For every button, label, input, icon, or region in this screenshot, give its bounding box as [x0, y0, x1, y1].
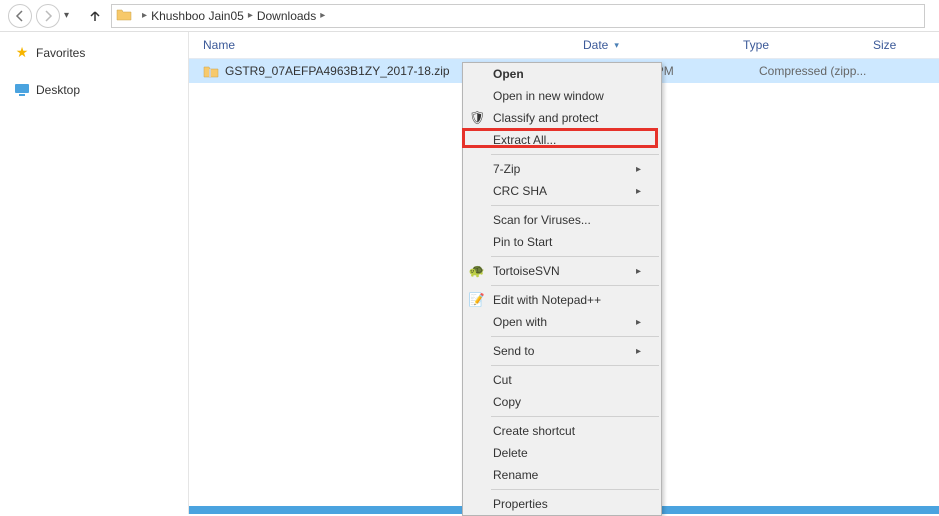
- chevron-right-icon: ▸: [636, 317, 641, 328]
- ctx-item-delete[interactable]: Delete: [463, 442, 661, 464]
- ctx-item-copy[interactable]: Copy: [463, 391, 661, 413]
- column-headers: Name Date ▾ Type Size: [189, 32, 939, 59]
- shield-icon: 🛡: [469, 110, 485, 126]
- chevron-right-icon: ▸: [636, 164, 641, 175]
- sidebar-item-label: Favorites: [36, 46, 85, 60]
- sidebar-item-desktop[interactable]: Desktop: [0, 79, 188, 101]
- ctx-item-label: Delete: [493, 446, 528, 460]
- ctx-item-properties[interactable]: Properties: [463, 493, 661, 515]
- folder-icon: [116, 7, 132, 24]
- ctx-item-tortoisesvn[interactable]: 🐢 TortoiseSVN ▸: [463, 260, 661, 282]
- arrow-right-icon: [42, 10, 54, 22]
- ctx-item-label: Pin to Start: [493, 235, 552, 249]
- toolbar: ▾ ▸ Khushboo Jain05 ▸ Downloads ▸: [0, 0, 939, 32]
- up-button[interactable]: [83, 4, 107, 28]
- sidebar-item-label: Desktop: [36, 83, 80, 97]
- ctx-item-open-with[interactable]: Open with ▸: [463, 311, 661, 333]
- divider: [491, 365, 659, 366]
- forward-button[interactable]: [36, 4, 60, 28]
- chevron-right-icon: ▸: [636, 186, 641, 197]
- ctx-item-label: Send to: [493, 344, 534, 358]
- ctx-item-label: Open: [493, 67, 524, 81]
- col-size[interactable]: Size: [873, 38, 913, 52]
- ctx-item-label: Edit with Notepad++: [493, 293, 601, 307]
- sidebar-item-favorites[interactable]: ★ Favorites: [0, 40, 188, 65]
- chevron-right-icon: ▸: [248, 10, 253, 21]
- divider: [491, 285, 659, 286]
- ctx-item-crc-sha[interactable]: CRC SHA ▸: [463, 180, 661, 202]
- monitor-icon: [14, 83, 30, 97]
- divider: [491, 336, 659, 337]
- sidebar: ★ Favorites Desktop: [0, 32, 189, 514]
- zip-file-icon: [203, 63, 219, 79]
- ctx-item-classify-and-protect[interactable]: 🛡 Classify and protect: [463, 107, 661, 129]
- arrow-left-icon: [14, 10, 26, 22]
- divider: [491, 256, 659, 257]
- ctx-item-label: Classify and protect: [493, 111, 598, 125]
- address-bar[interactable]: ▸ Khushboo Jain05 ▸ Downloads ▸: [111, 4, 925, 28]
- recent-dropdown[interactable]: ▾: [64, 10, 69, 21]
- file-type: Compressed (zipp...: [759, 64, 889, 78]
- ctx-item-label: CRC SHA: [493, 184, 547, 198]
- ctx-item-label: Scan for Viruses...: [493, 213, 591, 227]
- ctx-item-label: Open in new window: [493, 89, 604, 103]
- chevron-right-icon: ▸: [320, 10, 325, 21]
- ctx-item-pin-to-start[interactable]: Pin to Start: [463, 231, 661, 253]
- col-type[interactable]: Type: [743, 38, 873, 52]
- ctx-item-open[interactable]: Open: [463, 63, 661, 85]
- ctx-item-label: Extract All...: [493, 133, 556, 147]
- divider: [491, 154, 659, 155]
- ctx-item-cut[interactable]: Cut: [463, 369, 661, 391]
- chevron-right-icon: ▸: [636, 346, 641, 357]
- col-name[interactable]: Name: [203, 38, 583, 52]
- star-icon: ★: [14, 44, 30, 61]
- ctx-item-label: Properties: [493, 497, 548, 511]
- notepad-icon: 📝: [469, 292, 485, 308]
- ctx-item-7-zip[interactable]: 7-Zip ▸: [463, 158, 661, 180]
- ctx-item-rename[interactable]: Rename: [463, 464, 661, 486]
- divider: [491, 416, 659, 417]
- ctx-item-open-in-new-window[interactable]: Open in new window: [463, 85, 661, 107]
- ctx-item-label: Create shortcut: [493, 424, 575, 438]
- ctx-item-label: Copy: [493, 395, 521, 409]
- ctx-item-scan-for-viruses[interactable]: Scan for Viruses...: [463, 209, 661, 231]
- ctx-item-label: TortoiseSVN: [493, 264, 560, 278]
- context-menu: Open Open in new window 🛡 Classify and prot…: [462, 62, 662, 516]
- divider: [491, 205, 659, 206]
- ctx-item-label: Cut: [493, 373, 512, 387]
- divider: [491, 489, 659, 490]
- ctx-item-label: 7-Zip: [493, 162, 520, 176]
- col-date[interactable]: Date ▾: [583, 38, 743, 52]
- arrow-up-icon: [88, 9, 102, 23]
- chevron-right-icon: ▸: [142, 10, 147, 21]
- ctx-item-label: Open with: [493, 315, 547, 329]
- chevron-right-icon: ▸: [636, 266, 641, 277]
- breadcrumb-item[interactable]: Downloads: [257, 9, 316, 23]
- tortoise-icon: 🐢: [469, 263, 485, 279]
- back-button[interactable]: [8, 4, 32, 28]
- ctx-item-edit-with-notepad[interactable]: 📝 Edit with Notepad++: [463, 289, 661, 311]
- ctx-item-extract-all[interactable]: Extract All...: [463, 129, 661, 151]
- col-date-label: Date: [583, 38, 608, 52]
- ctx-item-label: Rename: [493, 468, 538, 482]
- breadcrumb-item[interactable]: Khushboo Jain05: [151, 9, 244, 23]
- sort-arrow-icon: ▾: [614, 40, 619, 51]
- ctx-item-send-to[interactable]: Send to ▸: [463, 340, 661, 362]
- ctx-item-create-shortcut[interactable]: Create shortcut: [463, 420, 661, 442]
